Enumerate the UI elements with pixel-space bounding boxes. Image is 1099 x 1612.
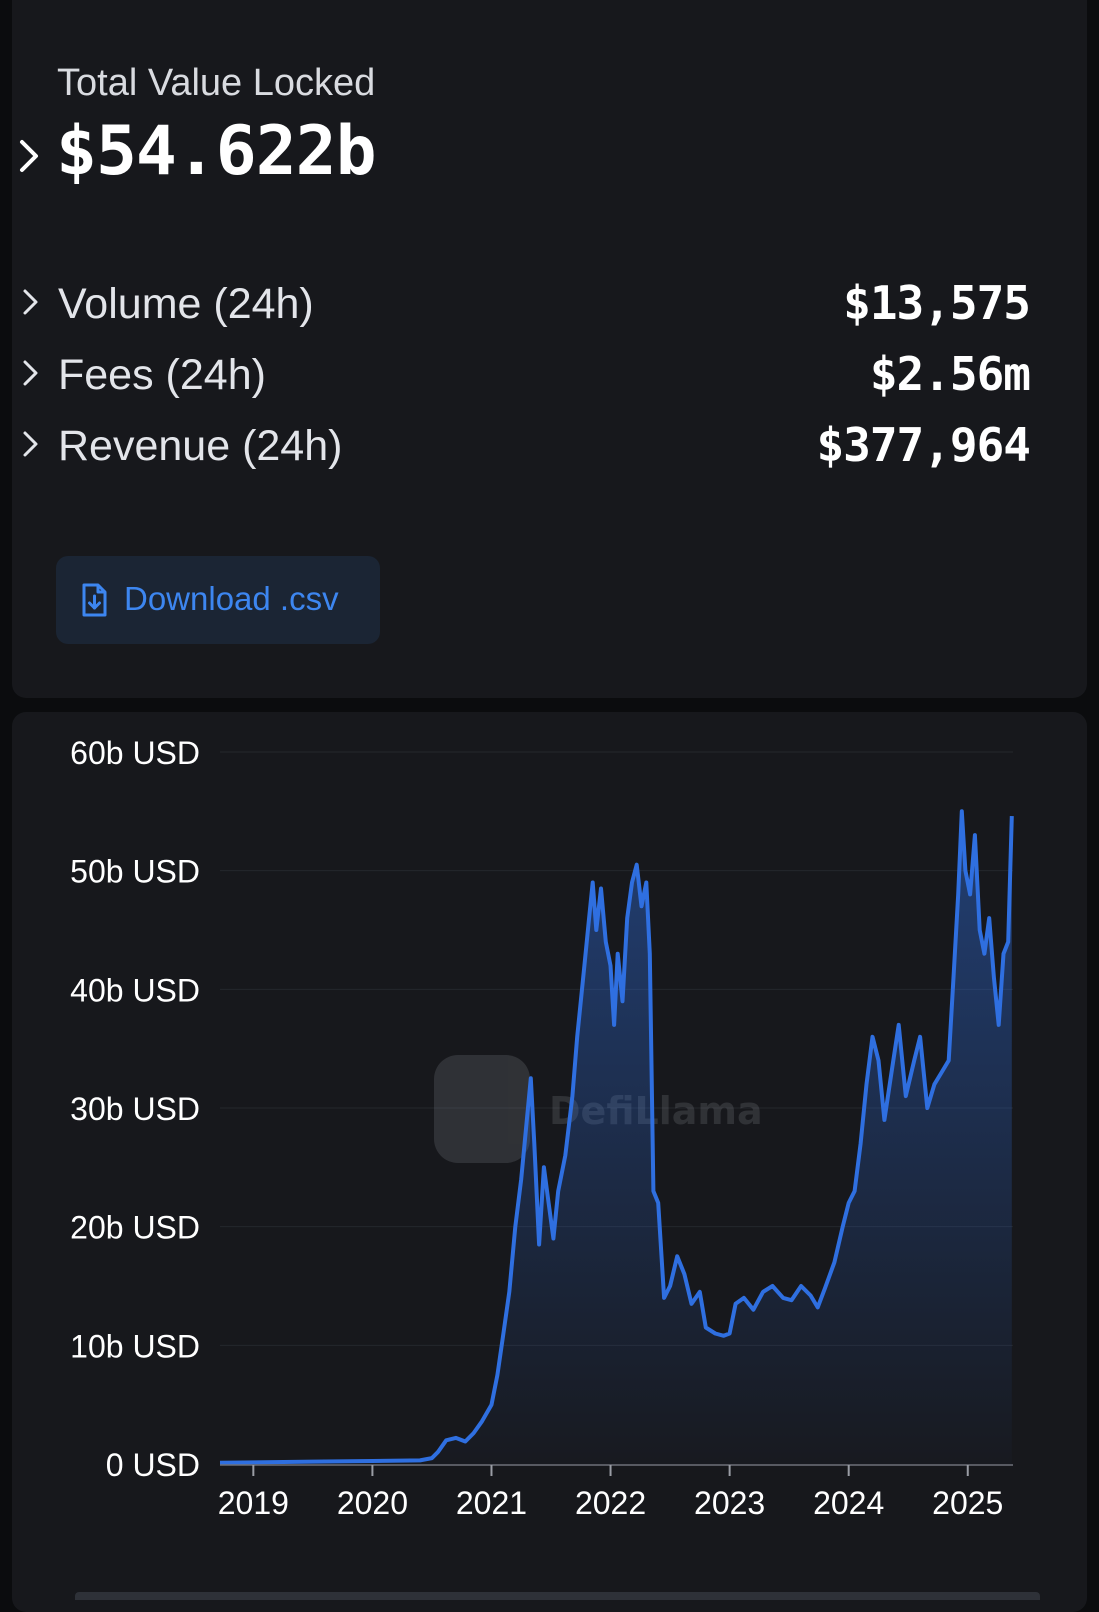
metric-label: Fees (24h) <box>58 351 266 399</box>
metric-value: $2.56m <box>869 347 1031 401</box>
y-tick-label: 50b USD <box>70 854 200 890</box>
llama-logo-icon <box>434 1055 530 1163</box>
y-tick-label: 40b USD <box>70 972 200 1008</box>
metric-row-volume[interactable]: Volume (24h) $13,575 <box>14 272 1031 332</box>
chevron-right-icon[interactable] <box>20 428 42 460</box>
metric-label: Volume (24h) <box>58 280 314 328</box>
x-tick-label: 2024 <box>813 1485 884 1521</box>
y-tick-label: 20b USD <box>70 1210 200 1246</box>
tvl-label: Total Value Locked <box>57 62 376 104</box>
metric-label: Revenue (24h) <box>58 422 343 470</box>
series-group <box>219 809 1014 1465</box>
x-tick-label: 2023 <box>694 1485 765 1521</box>
x-tick-label: 2019 <box>218 1485 289 1521</box>
y-tick-label: 60b USD <box>70 735 200 771</box>
file-download-icon <box>82 583 107 617</box>
chevron-right-icon[interactable] <box>20 357 42 389</box>
download-label: Download .csv <box>124 580 339 617</box>
y-tick-label: 30b USD <box>70 1091 200 1127</box>
x-tick-label: 2020 <box>337 1485 408 1521</box>
metric-value: $377,964 <box>816 418 1031 472</box>
download-csv-button[interactable]: Download .csv <box>56 556 380 644</box>
tvl-chart: DefiLlama 0 USD10b USD20b USD30b USD40b … <box>70 735 1014 1521</box>
x-axis: 2019 2020 2021 2022 2023 2024 2025 <box>218 1464 1013 1521</box>
y-tick-label: 0 USD <box>106 1447 200 1483</box>
x-tick-label: 2025 <box>932 1485 1003 1521</box>
horizontal-scrollbar[interactable] <box>75 1592 1040 1600</box>
chart-card: DefiLlama 0 USD 10b USD 20b USD 30b USD 40b … <box>12 712 1087 1612</box>
y-tick-label: 10b USD <box>70 1328 200 1364</box>
y-axis: 0 USD 10b USD 20b USD 30b USD 40b USD 50b USD… <box>70 735 200 1483</box>
x-tick-label: 2021 <box>456 1485 527 1521</box>
metric-row-fees[interactable]: Fees (24h) $2.56m <box>14 343 1031 403</box>
x-tick-label: 2022 <box>575 1485 646 1521</box>
chevron-right-icon[interactable] <box>20 286 42 318</box>
tvl-value: $54.622b <box>56 112 377 191</box>
metric-value: $13,575 <box>843 276 1031 330</box>
chevron-right-icon[interactable] <box>14 136 44 176</box>
series-area <box>220 811 1012 1464</box>
metric-row-revenue[interactable]: Revenue (24h) $377,964 <box>14 414 1031 474</box>
